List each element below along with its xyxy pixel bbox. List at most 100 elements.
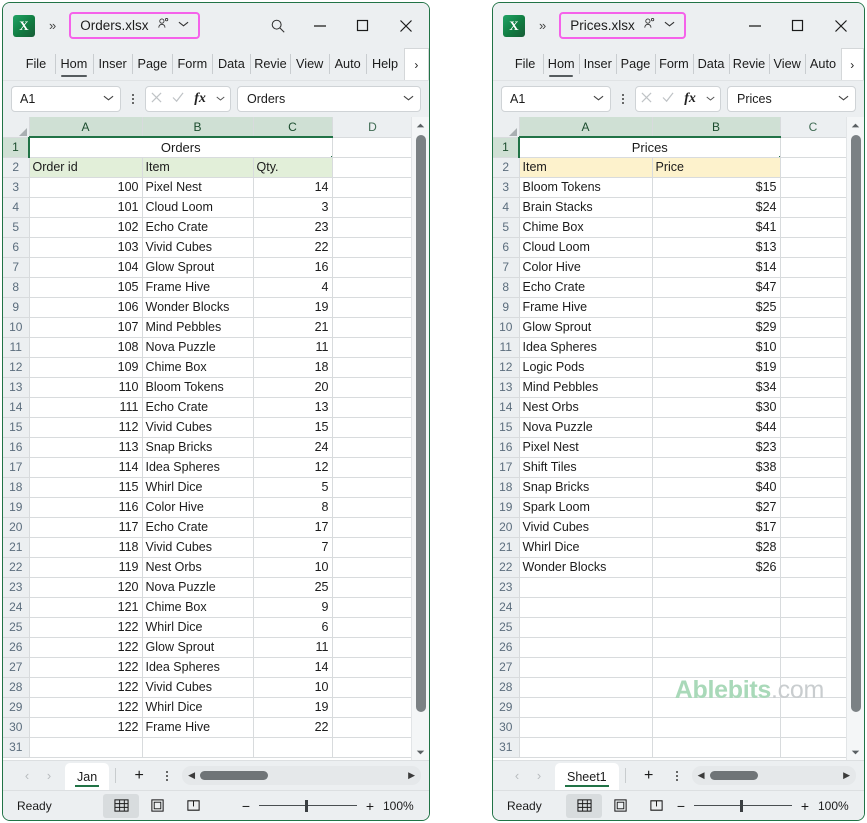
- cell-qty[interactable]: 6: [253, 617, 333, 638]
- cell-item[interactable]: Nest Orbs: [518, 397, 653, 418]
- cell-order-id[interactable]: 110: [28, 377, 143, 398]
- horizontal-scroll-thumb[interactable]: [709, 771, 758, 780]
- cell-price[interactable]: $47: [652, 277, 781, 298]
- row-header-9[interactable]: 9: [3, 297, 30, 318]
- cell-a[interactable]: [519, 657, 653, 678]
- cell-d[interactable]: [332, 297, 411, 318]
- cell-order-id[interactable]: 122: [28, 617, 143, 638]
- cell-item[interactable]: Nova Puzzle: [518, 417, 653, 438]
- merged-title-cell[interactable]: Orders: [28, 136, 333, 158]
- maximize-button[interactable]: [776, 9, 818, 43]
- cell-c[interactable]: [780, 637, 846, 658]
- cell-d[interactable]: [332, 497, 411, 518]
- cell-d2[interactable]: [332, 157, 411, 178]
- scroll-up-arrow-icon[interactable]: [416, 117, 425, 133]
- row-header-16[interactable]: 16: [3, 437, 30, 458]
- cell-item[interactable]: Whirl Dice: [142, 617, 254, 638]
- cell-d[interactable]: [332, 737, 411, 758]
- row-header-25[interactable]: 25: [3, 617, 30, 638]
- cell-b[interactable]: [652, 637, 781, 658]
- column-header-b[interactable]: B: [142, 117, 254, 138]
- ribbon-tab-review[interactable]: Revie: [250, 48, 290, 80]
- cell-price[interactable]: $24: [652, 197, 781, 218]
- cell-d[interactable]: [332, 557, 411, 578]
- add-sheet-button[interactable]: +: [122, 761, 156, 790]
- cell-d[interactable]: [332, 637, 411, 658]
- close-button[interactable]: [818, 9, 864, 43]
- cell-item[interactable]: Frame Hive: [518, 297, 653, 318]
- cell-order-id[interactable]: 106: [28, 297, 143, 318]
- row-header-31[interactable]: 31: [493, 737, 520, 758]
- cell-item[interactable]: Color Hive: [142, 497, 254, 518]
- cell-order-id[interactable]: 101: [28, 197, 143, 218]
- header-cell-qty[interactable]: Qty.: [253, 157, 333, 178]
- cell-c[interactable]: [780, 317, 846, 338]
- cell-qty[interactable]: 23: [253, 217, 333, 238]
- cell-d[interactable]: [332, 477, 411, 498]
- cell-price[interactable]: $25: [652, 297, 781, 318]
- fx-chevron-down-icon[interactable]: [706, 95, 715, 104]
- row-header-1[interactable]: 1: [3, 137, 30, 158]
- hscroll-right-arrow-icon[interactable]: ▶: [408, 770, 415, 781]
- row-header-2[interactable]: 2: [493, 157, 520, 178]
- maximize-button[interactable]: [341, 9, 383, 43]
- normal-view-button[interactable]: [566, 793, 602, 818]
- row-header-6[interactable]: 6: [493, 237, 520, 258]
- sheet-nav-arrows[interactable]: ‹ ›: [3, 761, 65, 790]
- row-header-3[interactable]: 3: [3, 177, 30, 198]
- formula-input-orders[interactable]: Orders: [237, 86, 421, 112]
- formula-expand-chevron-icon[interactable]: [403, 94, 414, 104]
- row-header-26[interactable]: 26: [493, 637, 520, 658]
- cell-item[interactable]: Glow Sprout: [518, 317, 653, 338]
- ribbon-tab-automate[interactable]: Auto: [328, 48, 366, 80]
- cell-price[interactable]: $30: [652, 397, 781, 418]
- column-header-b[interactable]: B: [652, 117, 781, 138]
- page-break-view-button[interactable]: [175, 794, 211, 818]
- cell-c[interactable]: [780, 177, 846, 198]
- sheet-prev-arrow-icon[interactable]: ‹: [507, 768, 527, 783]
- cell-order-id[interactable]: 119: [28, 557, 143, 578]
- cell-item[interactable]: Pixel Nest: [142, 177, 254, 198]
- cell-item[interactable]: Cloud Loom: [142, 197, 254, 218]
- cell-c[interactable]: [780, 397, 846, 418]
- cell-item[interactable]: Idea Spheres: [518, 337, 653, 358]
- cell-c[interactable]: [780, 277, 846, 298]
- cell-item[interactable]: Frame Hive: [142, 717, 254, 738]
- row-header-23[interactable]: 23: [3, 577, 30, 598]
- row-header-24[interactable]: 24: [3, 597, 30, 618]
- select-all-corner[interactable]: [3, 117, 30, 138]
- cell-item[interactable]: Nest Orbs: [142, 557, 254, 578]
- zoom-slider-thumb[interactable]: [305, 799, 309, 812]
- cell-b[interactable]: [652, 657, 781, 678]
- row-header-28[interactable]: 28: [3, 677, 30, 698]
- insert-function-icon[interactable]: fx: [684, 91, 696, 107]
- cell-d[interactable]: [332, 217, 411, 238]
- cell-a[interactable]: [519, 577, 653, 598]
- cell-d[interactable]: [332, 337, 411, 358]
- column-header-c[interactable]: C: [253, 117, 333, 138]
- cell-item[interactable]: Cloud Loom: [518, 237, 653, 258]
- ribbon-tab-home[interactable]: Hom: [543, 48, 579, 80]
- vertical-scroll-track[interactable]: [847, 133, 864, 744]
- merged-title-cell[interactable]: Prices: [518, 136, 781, 158]
- row-header-27[interactable]: 27: [3, 657, 30, 678]
- cell-c[interactable]: [780, 497, 846, 518]
- search-icon[interactable]: [257, 9, 299, 43]
- cell-item[interactable]: Echo Crate: [142, 517, 254, 538]
- row-header-26[interactable]: 26: [3, 637, 30, 658]
- minimize-button[interactable]: [299, 9, 341, 43]
- cell-b[interactable]: [652, 597, 781, 618]
- row-header-3[interactable]: 3: [493, 177, 520, 198]
- row-header-28[interactable]: 28: [493, 677, 520, 698]
- ribbon-overflow-button[interactable]: ›: [403, 48, 429, 80]
- page-layout-view-button[interactable]: [139, 794, 175, 818]
- cell-d[interactable]: [332, 277, 411, 298]
- scroll-down-arrow-icon[interactable]: [851, 744, 860, 760]
- cell-b[interactable]: [652, 737, 781, 758]
- ribbon-tab-insert[interactable]: Inser: [92, 48, 132, 80]
- filename-button-orders[interactable]: Orders.xlsx: [69, 12, 200, 39]
- row-header-21[interactable]: 21: [3, 537, 30, 558]
- cell-item[interactable]: Mind Pebbles: [518, 377, 653, 398]
- cell-b[interactable]: [142, 737, 254, 758]
- cell-price[interactable]: $40: [652, 477, 781, 498]
